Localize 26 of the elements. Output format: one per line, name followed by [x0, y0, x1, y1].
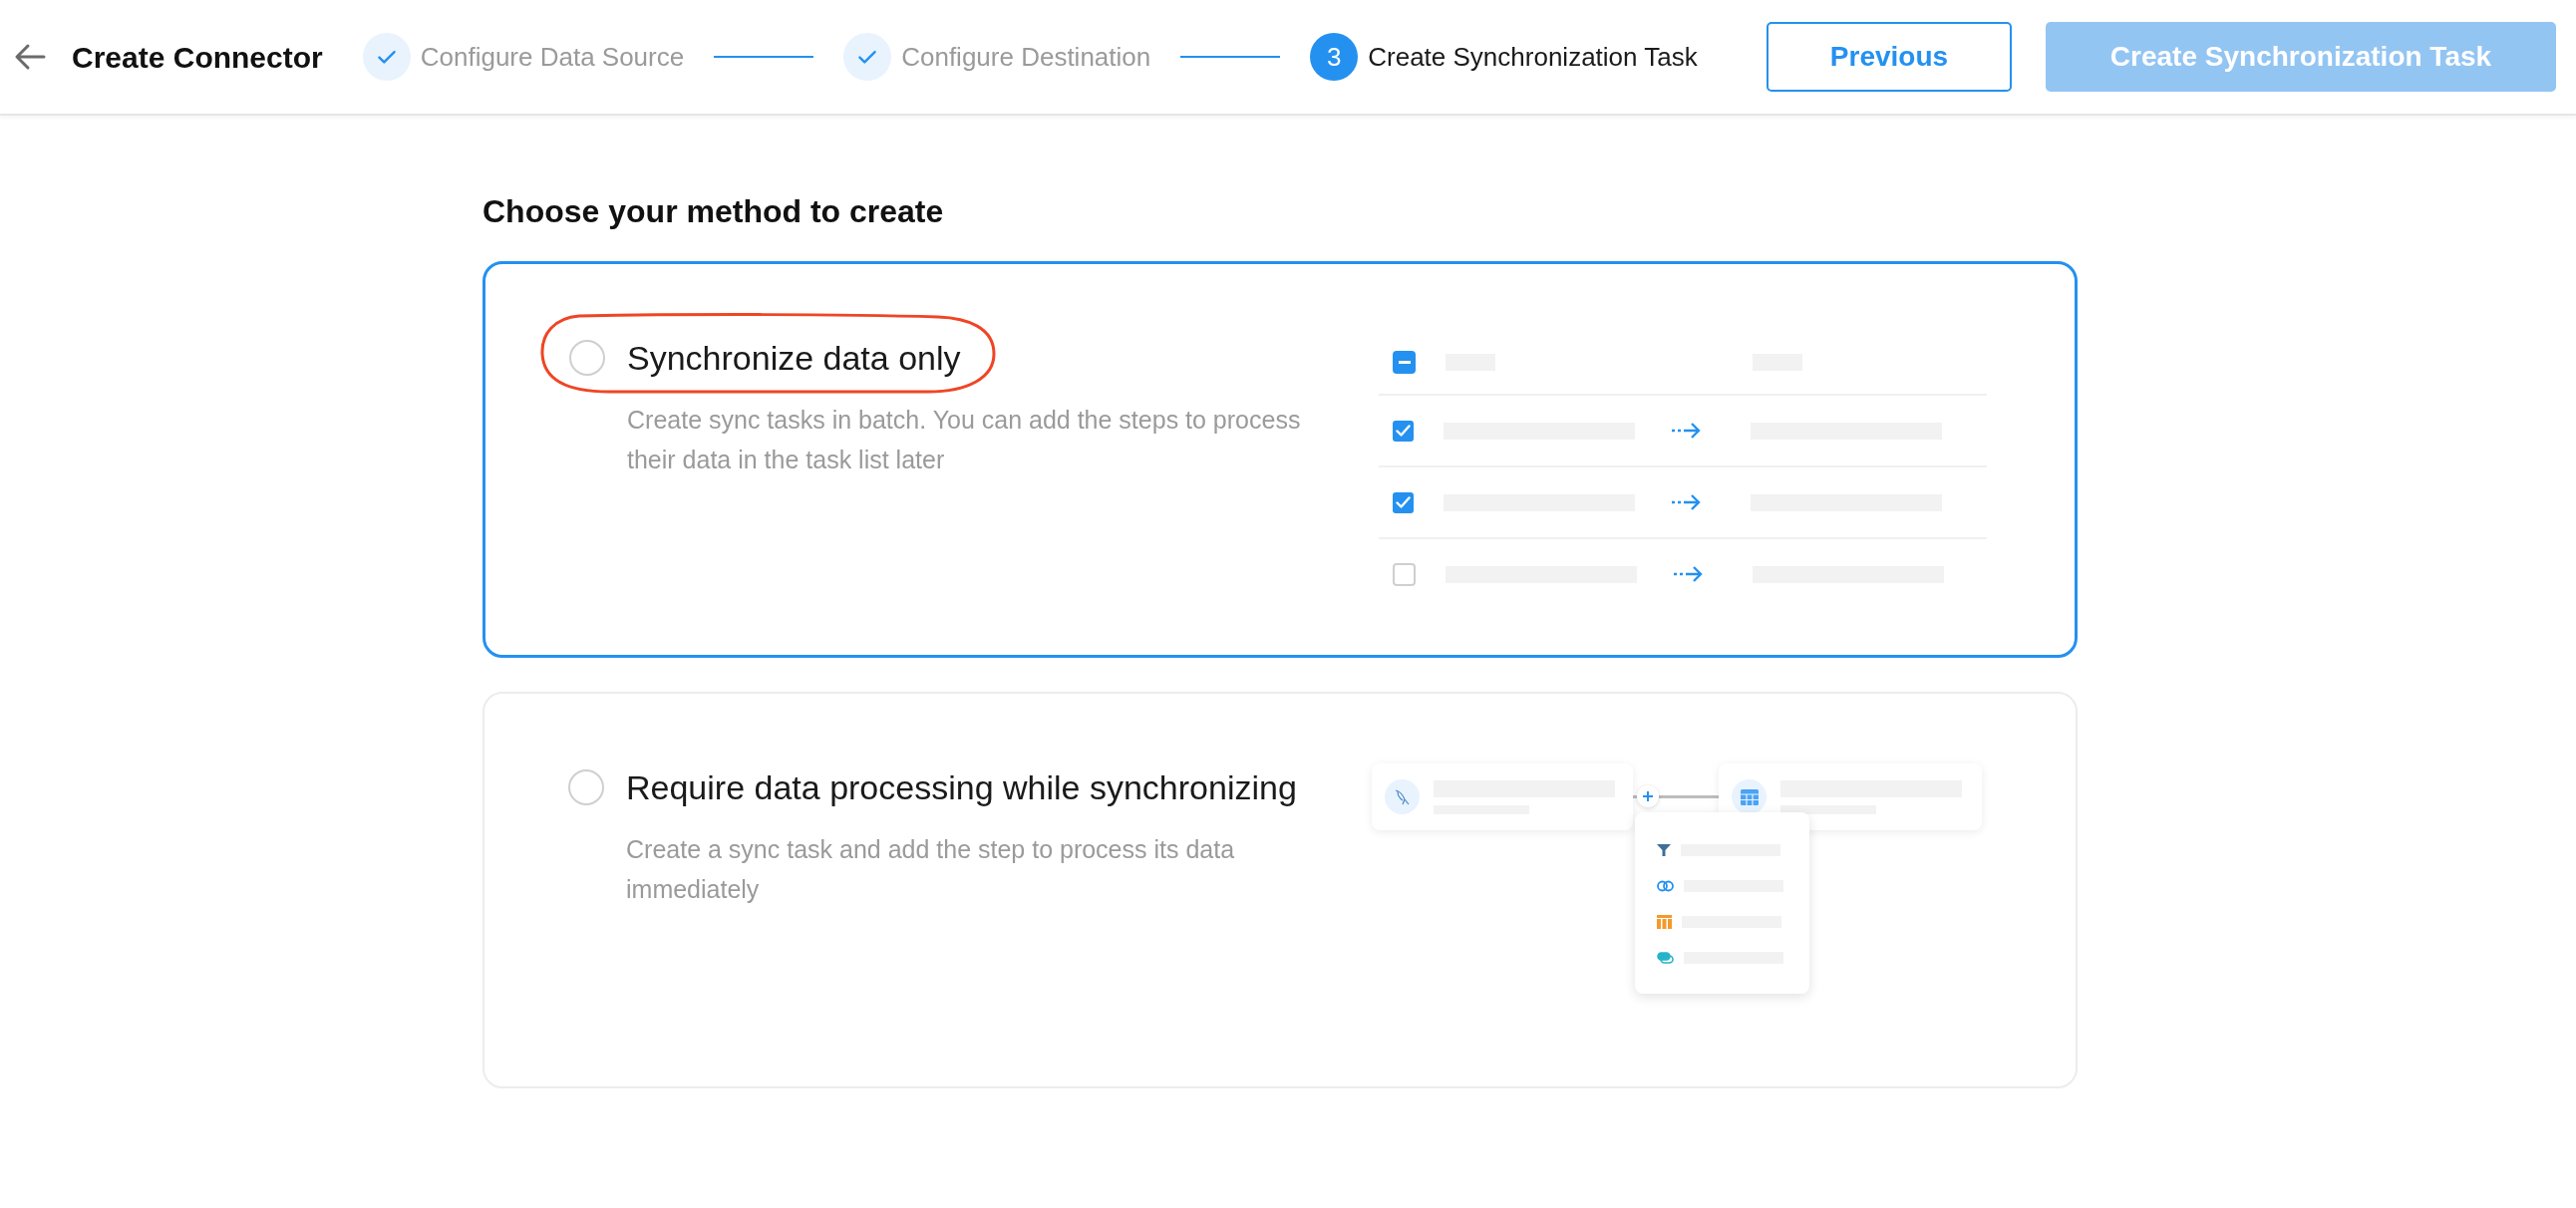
checkmark-icon — [1396, 425, 1411, 437]
step-number: 3 — [1310, 33, 1359, 81]
merge-icon — [1657, 951, 1674, 964]
option-title: Require data processing while synchronizing — [626, 767, 1297, 807]
dotted-arrow-icon — [1671, 422, 1701, 440]
columns-icon — [1657, 914, 1672, 929]
step-label: Create Synchronization Task — [1368, 40, 1698, 74]
section-heading: Choose your method to create — [483, 192, 945, 231]
option-title: Synchronize data only — [627, 338, 961, 378]
option-description: Create a sync task and add the step to process its data immediately — [626, 834, 1236, 905]
step-label: Configure Destination — [901, 40, 1151, 74]
join-icon — [1657, 879, 1674, 892]
option-description: Create sync tasks in batch. You can add the steps to process their data in the task list later — [627, 405, 1302, 475]
checkmark-icon — [1396, 496, 1411, 508]
plus-icon — [1637, 785, 1659, 807]
dotted-arrow-icon — [1671, 493, 1701, 511]
step-label: Configure Data Source — [420, 40, 685, 74]
page-title: Create Connector — [72, 39, 323, 76]
dotted-arrow-icon — [1673, 565, 1703, 583]
table-icon — [1732, 779, 1767, 814]
radio-button[interactable] — [568, 769, 604, 805]
option-card[interactable]: Require data processing while synchronizing Create a sync task and add the step to process its data immediately — [483, 692, 2078, 1088]
back-arrow-icon[interactable] — [14, 43, 46, 71]
radio-button[interactable] — [569, 340, 605, 376]
filter-icon — [1657, 842, 1671, 857]
option-card[interactable]: Synchronize data only Create sync tasks in batch. You can add the steps to process their data in the task list later — [483, 261, 2078, 658]
